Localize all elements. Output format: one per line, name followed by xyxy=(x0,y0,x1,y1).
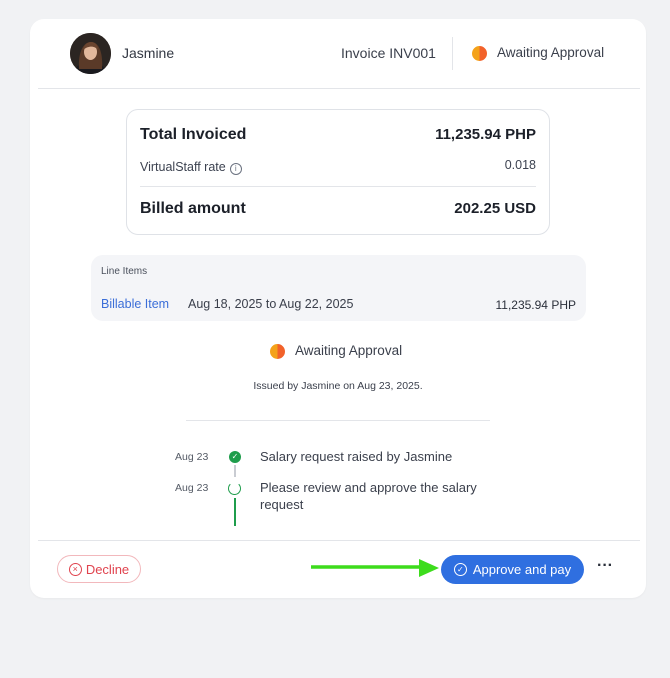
issued-by-text: Issued by Jasmine on Aug 23, 2025. xyxy=(253,380,423,392)
user-name: Jasmine xyxy=(122,45,175,61)
line-items-panel: Line Items Billable Item Aug 18, 2025 to… xyxy=(91,255,586,321)
billable-item-link[interactable]: Billable Item xyxy=(101,297,169,311)
info-icon[interactable]: i xyxy=(229,163,242,175)
invoice-card: Jasmine Invoice INV001 Awaiting Approval… xyxy=(30,19,646,598)
timeline-text: Please review and approve the salary req… xyxy=(260,480,477,512)
line-item-dates: Aug 18, 2025 to Aug 22, 2025 xyxy=(188,297,354,311)
status-icon xyxy=(270,344,285,359)
summary-divider xyxy=(140,186,536,187)
timeline-date: Aug 23 xyxy=(175,482,209,494)
divider xyxy=(38,540,640,541)
invoice-summary: Total Invoiced 11,235.94 PHP VirtualStaf… xyxy=(126,109,550,235)
annotation-arrow-icon xyxy=(311,559,439,577)
more-options-icon[interactable]: ··· xyxy=(597,558,613,579)
status-badge: Awaiting Approval xyxy=(497,45,605,60)
pending-spinner-icon xyxy=(228,482,241,495)
timeline-connector xyxy=(234,498,236,526)
rate-value: 0.018 xyxy=(504,158,536,172)
approve-label: Approve and pay xyxy=(472,562,572,577)
total-invoiced-row: Total Invoiced 11,235.94 PHP xyxy=(140,126,536,144)
line-item-amount: 11,235.94 PHP xyxy=(495,298,576,312)
approval-status-text: Awaiting Approval xyxy=(295,343,403,358)
timeline-connector xyxy=(234,465,236,477)
decline-label: Decline xyxy=(85,561,130,577)
check-circle-icon: ✓ xyxy=(453,563,467,576)
rate-label: VirtualStaff rate xyxy=(140,160,226,174)
invoice-header: Jasmine Invoice INV001 Awaiting Approval xyxy=(30,19,646,88)
billed-amount-label: Billed amount xyxy=(140,200,246,217)
status-icon xyxy=(472,46,487,61)
close-circle-icon: × xyxy=(68,562,82,576)
billed-amount-row: Billed amount 202.25 USD xyxy=(140,200,536,218)
decline-button[interactable]: × Decline xyxy=(57,555,141,583)
avatar xyxy=(70,33,111,74)
check-circle-icon: ✓ xyxy=(229,451,241,463)
timeline-date: Aug 23 xyxy=(175,451,209,463)
approve-and-pay-button[interactable]: ✓ Approve and pay xyxy=(441,555,584,584)
header-divider xyxy=(452,37,453,70)
total-invoiced-label: Total Invoiced xyxy=(140,126,247,143)
line-items-title: Line Items xyxy=(101,266,148,277)
total-invoiced-value: 11,235.94 PHP xyxy=(435,126,536,143)
divider xyxy=(186,420,490,421)
invoice-number: Invoice INV001 xyxy=(341,45,436,61)
timeline-text: Salary request raised by Jasmine xyxy=(260,449,453,464)
rate-row: VirtualStaff rate i 0.018 xyxy=(140,158,536,176)
divider xyxy=(38,88,640,89)
billed-amount-value: 202.25 USD xyxy=(454,200,536,217)
